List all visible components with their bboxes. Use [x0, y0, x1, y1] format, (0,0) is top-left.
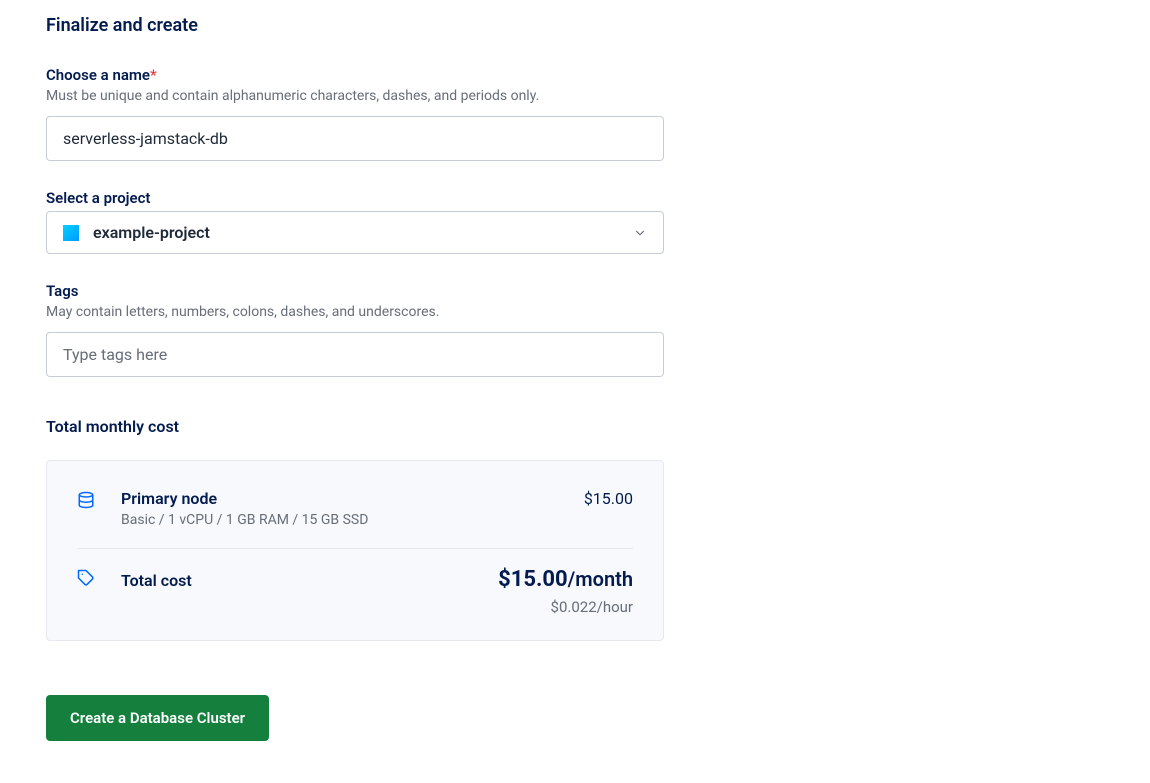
name-input[interactable]	[46, 116, 664, 161]
total-cost-row: Total cost $15.00/month $0.022/hour	[77, 567, 633, 616]
total-cost-label: Total cost	[121, 567, 192, 590]
project-field-group: Select a project example-project	[46, 189, 664, 254]
price-tag-icon	[77, 569, 95, 587]
primary-node-specs: Basic / 1 vCPU / 1 GB RAM / 15 GB SSD	[121, 512, 368, 528]
primary-node-row: Primary node Basic / 1 vCPU / 1 GB RAM /…	[77, 489, 633, 528]
tags-input[interactable]	[46, 332, 664, 377]
primary-node-price: $15.00	[584, 489, 633, 508]
primary-node-label: Primary node	[121, 489, 368, 508]
section-title: Finalize and create	[46, 15, 1104, 36]
name-label: Choose a name*	[46, 66, 664, 84]
project-select-value: example-project	[93, 223, 633, 242]
total-cost-unit: /month	[568, 567, 633, 591]
database-icon	[77, 491, 95, 509]
tags-label: Tags	[46, 282, 664, 300]
name-field-group: Choose a name* Must be unique and contai…	[46, 66, 664, 161]
project-icon	[63, 225, 79, 241]
required-asterisk: *	[150, 66, 157, 84]
total-cost-hourly: $0.022/hour	[498, 598, 633, 616]
create-cluster-button[interactable]: Create a Database Cluster	[46, 695, 269, 741]
project-label: Select a project	[46, 189, 664, 207]
total-cost-price: $15.00	[498, 567, 568, 592]
tags-field-group: Tags May contain letters, numbers, colon…	[46, 282, 664, 377]
cost-divider	[77, 548, 633, 549]
chevron-down-icon	[633, 226, 647, 240]
tags-hint: May contain letters, numbers, colons, da…	[46, 304, 664, 320]
cost-title: Total monthly cost	[46, 417, 1104, 436]
name-hint: Must be unique and contain alphanumeric …	[46, 88, 664, 104]
cost-summary-box: Primary node Basic / 1 vCPU / 1 GB RAM /…	[46, 460, 664, 641]
project-select[interactable]: example-project	[46, 211, 664, 254]
